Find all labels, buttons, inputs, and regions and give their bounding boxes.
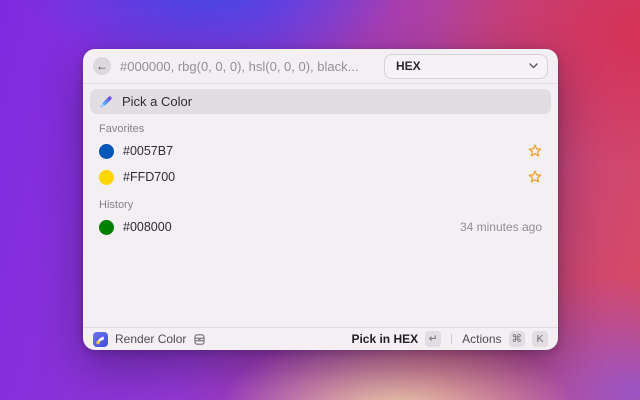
back-arrow-icon: ← [96,59,108,73]
enter-keycap[interactable]: ↵ [425,331,442,347]
eyedropper-icon [99,95,113,109]
pick-a-color-label: Pick a Color [122,94,193,109]
k-keycap[interactable]: K [532,331,548,347]
favorite-row-ffd700[interactable]: #FFD700 [90,164,551,190]
color-swatch [99,219,114,235]
color-hex-label: #0057B7 [123,144,174,158]
results-list: Pick a Color Favorites #0057B7 #FFD700 H… [83,84,558,327]
action-bar: Render Color Pick in HEX ↵ Actions ⌘ K [83,327,558,350]
favorite-star-icon [528,144,542,158]
cmd-keycap[interactable]: ⌘ [508,331,525,347]
footer-divider [451,334,453,344]
history-timestamp: 34 minutes ago [459,220,542,234]
favorite-row-0057b7[interactable]: #0057B7 [90,138,551,164]
command-name: Render Color [115,332,187,346]
format-dropdown-value: HEX [396,59,421,73]
color-swatch [99,169,114,185]
chevron-down-icon [529,63,538,69]
back-button[interactable]: ← [93,57,111,75]
actions-menu-label[interactable]: Actions [462,332,501,346]
render-color-app-icon [93,331,108,347]
section-title-history: History [99,199,134,211]
format-dropdown[interactable]: HEX [384,53,548,79]
color-swatch [99,143,114,159]
desktop-background: ← #000000, rbg(0, 0, 0), hsl(0, 0, 0), b… [0,0,640,400]
search-header: ← #000000, rbg(0, 0, 0), hsl(0, 0, 0), b… [83,49,558,84]
printer-icon [193,333,206,346]
favorite-star-icon [528,170,542,184]
history-row-008000[interactable]: #008000 34 minutes ago [90,214,551,240]
color-picker-window: ← #000000, rbg(0, 0, 0), hsl(0, 0, 0), b… [83,49,558,350]
pick-a-color-row[interactable]: Pick a Color [90,89,551,114]
color-hex-label: #008000 [123,220,172,234]
color-hex-label: #FFD700 [123,170,176,184]
section-title-favorites: Favorites [99,123,145,135]
primary-action-label[interactable]: Pick in HEX [351,332,418,346]
search-input[interactable]: #000000, rbg(0, 0, 0), hsl(0, 0, 0), bla… [120,59,375,74]
